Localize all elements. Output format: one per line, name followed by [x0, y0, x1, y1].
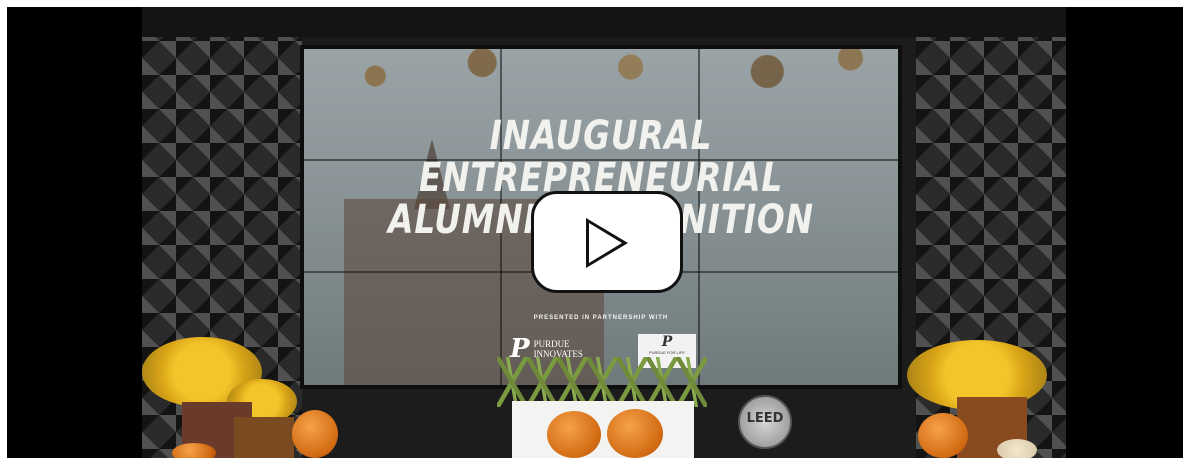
logo-text: PURDUE — [533, 339, 570, 349]
pumpkin — [918, 413, 968, 458]
planter-pot-left — [234, 417, 294, 458]
logo-text: PURDUE FOR LIFE — [648, 350, 685, 355]
pumpkin — [607, 409, 663, 458]
play-button[interactable] — [531, 191, 683, 293]
screen-frame — [142, 7, 1066, 37]
purdue-p-icon: P — [661, 334, 673, 350]
headline-line: INAUGURAL — [489, 113, 713, 159]
white-pumpkin — [997, 439, 1037, 458]
leed-text: LEED — [746, 411, 784, 426]
play-icon — [586, 218, 628, 268]
white-planter — [512, 401, 694, 458]
partner-text: PRESENTED IN PARTNERSHIP WITH — [533, 315, 669, 321]
pumpkin — [292, 410, 338, 458]
snake-plant — [497, 357, 707, 407]
video-player[interactable]: INAUGURAL ENTREPRENEURIAL ALUMNI RECOGNI… — [7, 7, 1183, 458]
pumpkin — [172, 443, 216, 458]
leed-plaque: LEED — [738, 395, 792, 449]
pumpkin — [547, 411, 601, 458]
